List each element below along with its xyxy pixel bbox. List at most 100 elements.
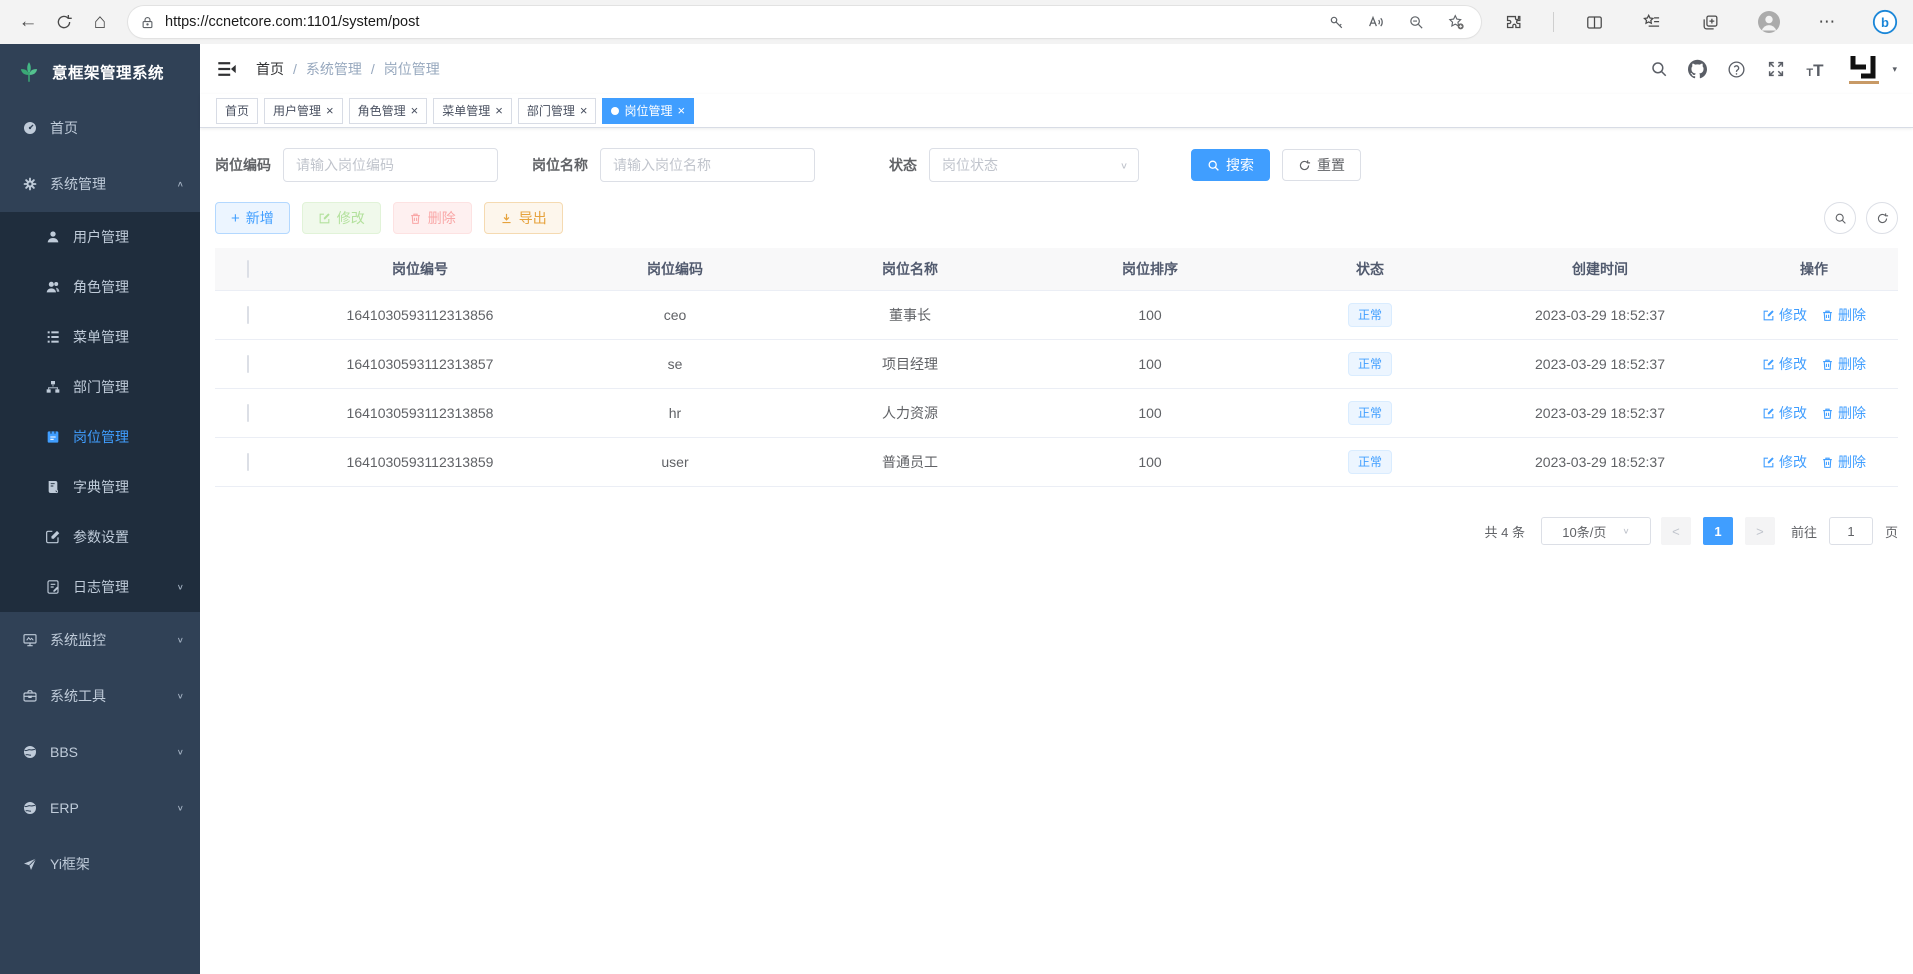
row-edit-link[interactable]: 修改 [1762, 354, 1807, 374]
font-size-button[interactable]: TT [1805, 60, 1824, 79]
row-delete-link[interactable]: 删除 [1821, 452, 1866, 472]
breadcrumb-home[interactable]: 首页 [256, 59, 284, 79]
user-avatar-menu[interactable]: ▾ [1844, 49, 1897, 89]
post-code-label: 岗位编码 [215, 155, 271, 175]
browser-back-button[interactable]: ← [10, 6, 46, 38]
sidebar-item-label: 参数设置 [73, 527, 129, 547]
sidebar-item-dict-mgmt[interactable]: 字典管理 [0, 462, 200, 512]
delete-button[interactable]: 删除 [393, 202, 472, 234]
header-search-button[interactable] [1649, 60, 1668, 79]
refresh-table-button[interactable] [1866, 202, 1898, 234]
bing-chat-button[interactable]: b [1867, 6, 1903, 38]
sidebar-item-role-mgmt[interactable]: 角色管理 [0, 262, 200, 312]
sidebar-item-param-settings[interactable]: 参数设置 [0, 512, 200, 562]
caret-down-icon: ∨ [177, 748, 184, 757]
tab-post-mgmt[interactable]: 岗位管理× [602, 98, 694, 124]
pagination: 共 4 条 10条/页 ∨ < 1 > 前往 页 [215, 517, 1898, 545]
github-link[interactable] [1688, 60, 1707, 79]
sidebar-item-dept-mgmt[interactable]: 部门管理 [0, 362, 200, 412]
sidebar-item-system-monitor[interactable]: 系统监控 ∨ [0, 612, 200, 668]
row-checkbox[interactable] [247, 306, 249, 324]
search-button[interactable]: 搜索 [1191, 149, 1270, 181]
sidebar-item-label: 部门管理 [73, 377, 129, 397]
close-icon[interactable]: × [677, 104, 685, 117]
add-favorite-button[interactable] [1441, 6, 1471, 38]
browser-menu-button[interactable]: ⋯ [1809, 6, 1845, 38]
cell-created-time: 2023-03-29 18:52:37 [1470, 307, 1730, 323]
toggle-search-button[interactable] [1824, 202, 1856, 234]
row-delete-link[interactable]: 删除 [1821, 403, 1866, 423]
tab-home[interactable]: 首页 [216, 98, 258, 124]
tab-dept-mgmt[interactable]: 部门管理× [518, 98, 597, 124]
collections-button[interactable] [1693, 6, 1729, 38]
sidebar-item-log-mgmt[interactable]: 日志管理 ∨ [0, 562, 200, 612]
sidebar-item-system-tools[interactable]: 系统工具 ∨ [0, 668, 200, 724]
page-size-select[interactable]: 10条/页 ∨ [1541, 517, 1651, 545]
tab-role-mgmt[interactable]: 角色管理× [349, 98, 428, 124]
goto-page-input[interactable] [1829, 517, 1873, 545]
reset-button[interactable]: 重置 [1282, 149, 1361, 181]
help-button[interactable] [1727, 60, 1746, 79]
fullscreen-button[interactable] [1766, 60, 1785, 79]
tab-menu-mgmt[interactable]: 菜单管理× [433, 98, 512, 124]
tab-user-mgmt[interactable]: 用户管理× [264, 98, 343, 124]
sidebar-item-user-mgmt[interactable]: 用户管理 [0, 212, 200, 262]
close-icon[interactable]: × [495, 104, 503, 117]
export-button[interactable]: 导出 [484, 202, 563, 234]
status-select[interactable]: 岗位状态 ∨ [929, 148, 1139, 182]
zoom-out-button[interactable] [1401, 6, 1431, 38]
close-icon[interactable]: × [326, 104, 334, 117]
edit-button[interactable]: 修改 [302, 202, 381, 234]
row-checkbox[interactable] [247, 404, 249, 422]
row-delete-link[interactable]: 删除 [1821, 305, 1866, 325]
sidebar-item-menu-mgmt[interactable]: 菜单管理 [0, 312, 200, 362]
split-screen-icon [1585, 13, 1604, 32]
prev-page-button[interactable]: < [1661, 517, 1691, 545]
row-edit-link[interactable]: 修改 [1762, 305, 1807, 325]
sidebar-item-system-mgmt[interactable]: 系统管理 ∧ [0, 156, 200, 212]
close-icon[interactable]: × [411, 104, 419, 117]
post-code-input[interactable] [283, 148, 498, 182]
sidebar-item-home[interactable]: 首页 [0, 100, 200, 156]
sidebar-item-bbs[interactable]: BBS ∨ [0, 724, 200, 780]
select-all-checkbox[interactable] [247, 260, 249, 278]
next-page-button[interactable]: > [1745, 517, 1775, 545]
sidebar-collapse-button[interactable] [216, 58, 238, 80]
read-aloud-button[interactable] [1361, 6, 1391, 38]
browser-profile-button[interactable] [1751, 6, 1787, 38]
browser-home-button[interactable]: ⌂ [82, 6, 118, 38]
edit-link-label: 修改 [1779, 452, 1807, 472]
column-header: 岗位排序 [1030, 259, 1270, 279]
favorites-button[interactable] [1634, 6, 1670, 38]
breadcrumb: 首页 / 系统管理 / 岗位管理 [256, 59, 440, 79]
post-name-input[interactable] [600, 148, 815, 182]
close-icon[interactable]: × [580, 104, 588, 117]
sidebar-item-post-mgmt[interactable]: 岗位管理 [0, 412, 200, 462]
edit-icon [1762, 309, 1775, 322]
cell-post-name: 项目经理 [790, 354, 1030, 374]
cell-created-time: 2023-03-29 18:52:37 [1470, 454, 1730, 470]
add-button[interactable]: + 新增 [215, 202, 290, 234]
row-checkbox[interactable] [247, 355, 249, 373]
address-bar[interactable]: https://ccnetcore.com:1101/system/post [128, 6, 1481, 38]
browser-essentials-button[interactable] [1495, 6, 1531, 38]
refresh-icon [1876, 212, 1889, 225]
password-button[interactable] [1321, 6, 1351, 38]
search-form: 岗位编码 岗位名称 状态 岗位状态 ∨ 搜索 [215, 148, 1898, 182]
column-header: 操作 [1730, 259, 1898, 279]
favorites-star-list-icon [1642, 12, 1662, 32]
lock-icon [140, 15, 155, 30]
sidebar-item-label: 系统监控 [50, 630, 106, 650]
fullscreen-icon [1767, 60, 1785, 78]
sidebar-item-erp[interactable]: ERP ∨ [0, 780, 200, 836]
browser-refresh-button[interactable] [46, 6, 82, 38]
row-checkbox[interactable] [247, 453, 249, 471]
row-edit-link[interactable]: 修改 [1762, 452, 1807, 472]
sidebar-item-label: 菜单管理 [73, 327, 129, 347]
sidebar-item-yi-framework[interactable]: Yi框架 [0, 836, 200, 892]
page-number-button[interactable]: 1 [1703, 517, 1733, 545]
split-screen-button[interactable] [1576, 6, 1612, 38]
gear-icon [22, 176, 38, 192]
row-delete-link[interactable]: 删除 [1821, 354, 1866, 374]
row-edit-link[interactable]: 修改 [1762, 403, 1807, 423]
